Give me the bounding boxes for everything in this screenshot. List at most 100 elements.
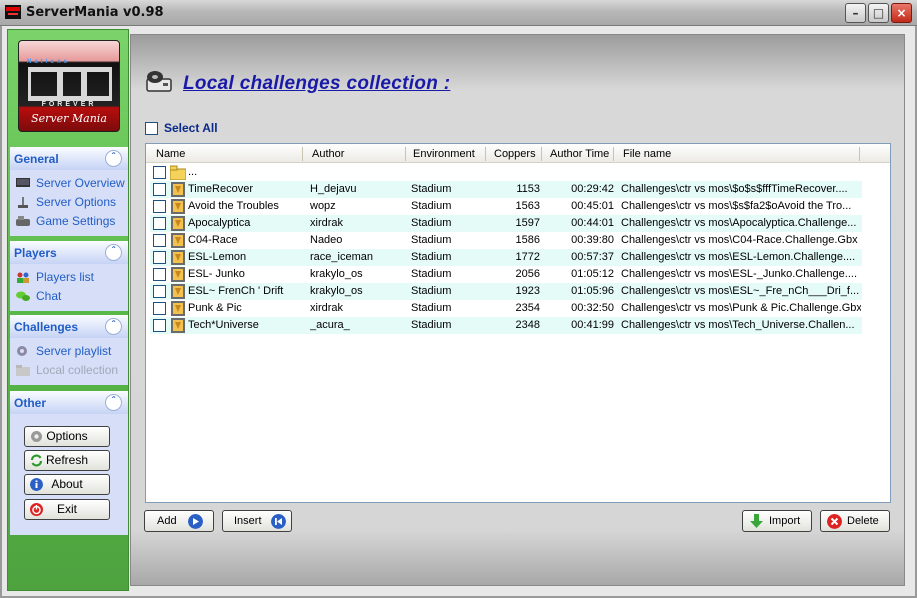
column-header-name[interactable]: Name bbox=[156, 148, 185, 160]
about-button-label: About bbox=[51, 477, 83, 491]
cell-file: Challenges\ctr vs mos\ESL-Lemon.Challeng… bbox=[621, 251, 856, 263]
column-header-environment[interactable]: Environment bbox=[413, 148, 475, 160]
cell-time: 00:39:80 bbox=[571, 234, 614, 246]
checkbox[interactable] bbox=[145, 122, 158, 135]
table-row[interactable]: ESL- Junko krakylo_os Stadium 2056 01:05:12 C… bbox=[150, 266, 862, 283]
sidebar-item-server-playlist[interactable]: Server playlist bbox=[14, 343, 128, 362]
table-row[interactable]: ESL~ FrenCh ' Drift krakylo_os Stadium 1923… bbox=[150, 283, 862, 300]
nav-header-label: Challenges bbox=[14, 320, 79, 334]
cell-author: xirdrak bbox=[310, 302, 344, 314]
cell-env: Stadium bbox=[411, 217, 452, 229]
table-row[interactable]: Tech*Universe _acura_ Stadium 2348 00:41:99 C… bbox=[150, 317, 862, 334]
nav-header-label: General bbox=[14, 152, 59, 166]
nav-header-general[interactable]: General ˆ bbox=[10, 147, 128, 170]
sidebar-item-label: Server playlist bbox=[36, 344, 112, 358]
table-row[interactable]: ESL-Lemon race_iceman Stadium 1772 00:57:37 C… bbox=[150, 249, 862, 266]
challenge-file-icon bbox=[171, 233, 185, 248]
table-row[interactable]: C04-Race Nadeo Stadium 1586 00:39:80 Challeng… bbox=[150, 232, 862, 249]
servermania-logo: Nations FOREVER Server Mania bbox=[18, 40, 120, 132]
row-checkbox[interactable] bbox=[153, 166, 166, 179]
challenge-file-icon bbox=[171, 267, 185, 282]
parent-folder-label: ... bbox=[188, 166, 198, 178]
cell-time: 00:45:01 bbox=[571, 200, 614, 212]
cell-time: 00:41:99 bbox=[571, 319, 614, 331]
sidebar-item-server-overview[interactable]: Server Overview bbox=[14, 175, 128, 194]
refresh-button[interactable]: Refresh bbox=[24, 450, 110, 471]
maximize-button[interactable]: □ bbox=[868, 3, 889, 23]
table-row[interactable]: TimeRecover H_dejavu Stadium 1153 00:29:42 Ch… bbox=[150, 181, 862, 198]
import-button[interactable]: Import bbox=[742, 510, 812, 532]
collapse-chevron-icon[interactable]: ˆ bbox=[105, 318, 122, 335]
table-row[interactable]: Punk & Pic xirdrak Stadium 2354 00:32:50 Chal… bbox=[150, 300, 862, 317]
challenge-file-icon bbox=[171, 216, 185, 231]
cell-name: C04-Race bbox=[188, 234, 238, 246]
row-checkbox[interactable] bbox=[153, 302, 166, 315]
add-button[interactable]: Add bbox=[144, 510, 214, 532]
cell-name: Avoid the Troubles bbox=[188, 200, 279, 212]
sidebar-item-label: Server Overview bbox=[36, 176, 125, 190]
close-button[interactable]: × bbox=[891, 3, 912, 23]
sidebar-item-server-options[interactable]: Server Options bbox=[14, 194, 128, 213]
nav-header-label: Other bbox=[14, 396, 47, 410]
insert-button[interactable]: Insert bbox=[222, 510, 292, 532]
minimize-button[interactable]: – bbox=[845, 3, 866, 23]
cell-name: ESL-Lemon bbox=[188, 251, 247, 263]
cell-author: krakylo_os bbox=[310, 268, 363, 280]
nav-header-players[interactable]: Players ˆ bbox=[10, 241, 128, 264]
cell-author: krakylo_os bbox=[310, 285, 363, 297]
cell-file: Challenges\ctr vs mos\C04-Race.Challenge… bbox=[621, 234, 858, 246]
column-header-author[interactable]: Author bbox=[312, 148, 344, 160]
row-checkbox[interactable] bbox=[153, 200, 166, 213]
sidebar-item-game-settings[interactable]: Game Settings bbox=[14, 213, 128, 232]
collapse-chevron-icon[interactable]: ˆ bbox=[105, 150, 122, 167]
delete-button-label: Delete bbox=[847, 515, 879, 527]
hard-drive-icon bbox=[146, 71, 172, 92]
about-button[interactable]: About bbox=[24, 474, 110, 495]
cell-author: race_iceman bbox=[310, 251, 373, 263]
row-checkbox[interactable] bbox=[153, 251, 166, 264]
table-row[interactable]: Avoid the Troubles wopz Stadium 1563 00:45:0… bbox=[150, 198, 862, 215]
options-button[interactable]: Options bbox=[24, 426, 110, 447]
row-checkbox[interactable] bbox=[153, 285, 166, 298]
table-row[interactable]: Apocalyptica xirdrak Stadium 1597 00:44:01 Ch… bbox=[150, 215, 862, 232]
row-checkbox[interactable] bbox=[153, 234, 166, 247]
exit-button[interactable]: Exit bbox=[24, 499, 110, 520]
column-header-file-name[interactable]: File name bbox=[623, 148, 671, 160]
row-checkbox[interactable] bbox=[153, 319, 166, 332]
cell-file: Challenges\ctr vs mos\Apocalyptica.Chall… bbox=[621, 217, 857, 229]
sidebar-item-label: Server Options bbox=[36, 195, 117, 209]
row-checkbox[interactable] bbox=[153, 183, 166, 196]
nav-header-other[interactable]: Other ˆ bbox=[10, 391, 128, 414]
cell-time: 01:05:12 bbox=[571, 268, 614, 280]
row-checkbox[interactable] bbox=[153, 268, 166, 281]
collapse-chevron-icon[interactable]: ˆ bbox=[105, 394, 122, 411]
nav-group-players: Players ˆ Players list Chat bbox=[10, 241, 128, 311]
challenge-file-icon bbox=[171, 284, 185, 299]
cell-time: 00:29:42 bbox=[571, 183, 614, 195]
challenge-file-icon bbox=[171, 182, 185, 197]
gear-icon bbox=[31, 431, 42, 442]
column-header-coppers[interactable]: Coppers bbox=[494, 148, 536, 160]
main-panel: Local challenges collection : Select All… bbox=[130, 34, 905, 586]
row-checkbox[interactable] bbox=[153, 217, 166, 230]
sidebar-item-players-list[interactable]: Players list bbox=[14, 269, 128, 288]
power-icon bbox=[30, 503, 43, 516]
cell-name: ESL- Junko bbox=[188, 268, 245, 280]
column-header-author-time[interactable]: Author Time bbox=[550, 148, 609, 160]
sidebar-item-label: Game Settings bbox=[36, 214, 116, 228]
nav-body-players: Players list Chat bbox=[10, 264, 128, 311]
parent-folder-row[interactable]: ... bbox=[150, 164, 862, 181]
delete-button[interactable]: Delete bbox=[820, 510, 890, 532]
cell-env: Stadium bbox=[411, 251, 452, 263]
cell-coppers: 1586 bbox=[515, 234, 540, 246]
sidebar-item-chat[interactable]: Chat bbox=[14, 288, 128, 307]
sidebar-item-local-collection[interactable]: Local collection bbox=[14, 362, 128, 381]
challenge-file-icon bbox=[171, 250, 185, 265]
nav-header-challenges[interactable]: Challenges ˆ bbox=[10, 315, 128, 338]
collapse-chevron-icon[interactable]: ˆ bbox=[105, 244, 122, 261]
folder-icon bbox=[170, 165, 186, 180]
cell-time: 00:57:37 bbox=[571, 251, 614, 263]
cell-name: Apocalyptica bbox=[188, 217, 251, 229]
cell-file: Challenges\ctr vs mos\$o$s$fffTimeRecove… bbox=[621, 183, 848, 195]
select-all-checkbox[interactable]: Select All bbox=[145, 121, 218, 137]
